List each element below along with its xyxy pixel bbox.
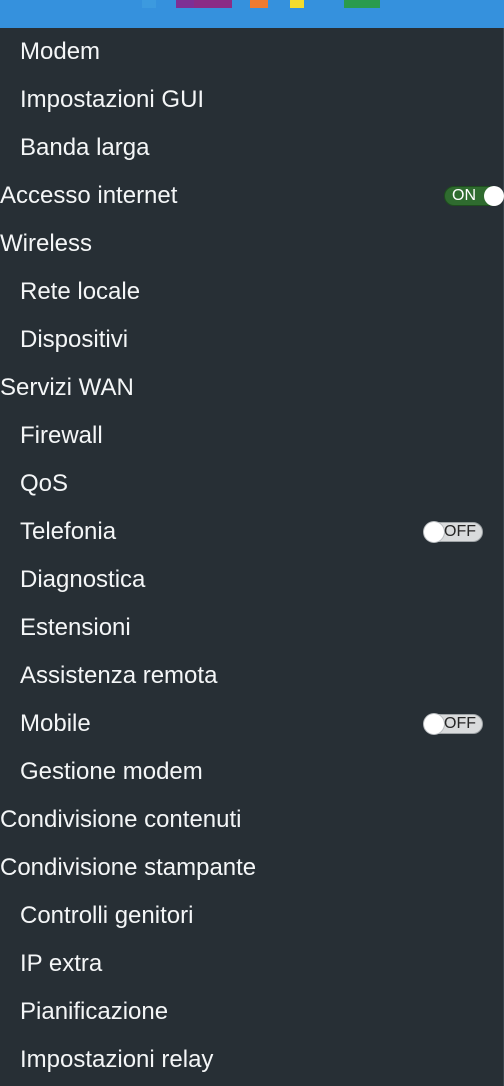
logo-square-4: [250, 0, 268, 8]
menu-item-label: Servizi WAN: [0, 374, 134, 401]
menu-item-servizi-wan[interactable]: Servizi WAN: [0, 364, 504, 412]
top-header-bar: [0, 0, 504, 28]
menu-item-label: Pianificazione: [20, 998, 169, 1025]
menu-item-label: Condivisione contenuti: [0, 806, 242, 833]
menu-item-dispositivi[interactable]: Dispositivi: [0, 316, 504, 364]
menu-item-label: Rete locale: [20, 278, 141, 305]
menu-item-label: Accesso internet: [0, 182, 178, 209]
toggle-state-label: ON: [452, 187, 476, 204]
menu-item-wireless[interactable]: Wireless: [0, 220, 504, 268]
logo-square-5: [290, 0, 304, 8]
menu-item-label: Firewall: [20, 422, 103, 449]
menu-item-banda-larga[interactable]: Banda larga: [0, 124, 504, 172]
menu-item-qos[interactable]: QoS: [0, 460, 504, 508]
menu-item-label: Telefonia: [20, 518, 117, 545]
menu-item-label: Gestione modem: [20, 758, 203, 785]
menu-item-assistenza-remota[interactable]: Assistenza remota: [0, 652, 504, 700]
menu-item-label: Mobile: [20, 710, 91, 737]
menu-item-telefonia[interactable]: Telefonia OFF: [0, 508, 504, 556]
menu-item-estensioni[interactable]: Estensioni: [0, 604, 504, 652]
navigation-menu: Modem Impostazioni GUI Banda larga Acces…: [0, 28, 504, 1086]
menu-item-label: Diagnostica: [20, 566, 146, 593]
menu-item-condivisione-contenuti[interactable]: Condivisione contenuti: [0, 796, 504, 844]
mobile-toggle[interactable]: OFF: [424, 714, 483, 734]
menu-item-label: Banda larga: [20, 134, 150, 161]
logo-square-3: [194, 0, 232, 8]
menu-item-firewall[interactable]: Firewall: [0, 412, 504, 460]
menu-item-label: Assistenza remota: [20, 662, 218, 689]
menu-item-label: Impostazioni GUI: [20, 86, 205, 113]
menu-item-label: Wireless: [0, 230, 93, 257]
menu-item-label: IP extra: [20, 950, 103, 977]
menu-item-label: Impostazioni relay: [20, 1046, 214, 1073]
menu-item-label: Estensioni: [20, 614, 131, 641]
menu-item-pianificazione[interactable]: Pianificazione: [0, 988, 504, 1036]
menu-item-rete-locale[interactable]: Rete locale: [0, 268, 504, 316]
menu-item-controlli-genitori[interactable]: Controlli genitori: [0, 892, 504, 940]
menu-item-impostazioni-gui[interactable]: Impostazioni GUI: [0, 76, 504, 124]
menu-item-mobile[interactable]: Mobile OFF: [0, 700, 504, 748]
logo-square-2: [176, 0, 196, 8]
menu-item-modem[interactable]: Modem: [0, 28, 504, 76]
menu-item-label: Modem: [20, 38, 101, 65]
menu-item-accesso-internet[interactable]: Accesso internet ON: [0, 172, 504, 220]
toggle-state-label: OFF: [444, 523, 476, 540]
menu-item-label: Dispositivi: [20, 326, 129, 353]
menu-item-label: QoS: [20, 470, 69, 497]
menu-item-ip-extra[interactable]: IP extra: [0, 940, 504, 988]
menu-item-impostazioni-relay[interactable]: Impostazioni relay: [0, 1036, 504, 1084]
menu-item-label: Condivisione stampante: [0, 854, 257, 881]
toggle-knob: [424, 714, 444, 734]
menu-item-label: Controlli genitori: [20, 902, 194, 929]
logo-square-6: [344, 0, 380, 8]
telefonia-toggle[interactable]: OFF: [424, 522, 483, 542]
toggle-knob: [424, 522, 444, 542]
accesso-internet-toggle[interactable]: ON: [444, 186, 504, 206]
logo-square-1: [142, 0, 156, 8]
menu-item-diagnostica[interactable]: Diagnostica: [0, 556, 504, 604]
menu-item-condivisione-stampante[interactable]: Condivisione stampante: [0, 844, 504, 892]
menu-item-gestione-modem[interactable]: Gestione modem: [0, 748, 504, 796]
toggle-knob: [484, 186, 504, 206]
toggle-state-label: OFF: [444, 715, 476, 732]
